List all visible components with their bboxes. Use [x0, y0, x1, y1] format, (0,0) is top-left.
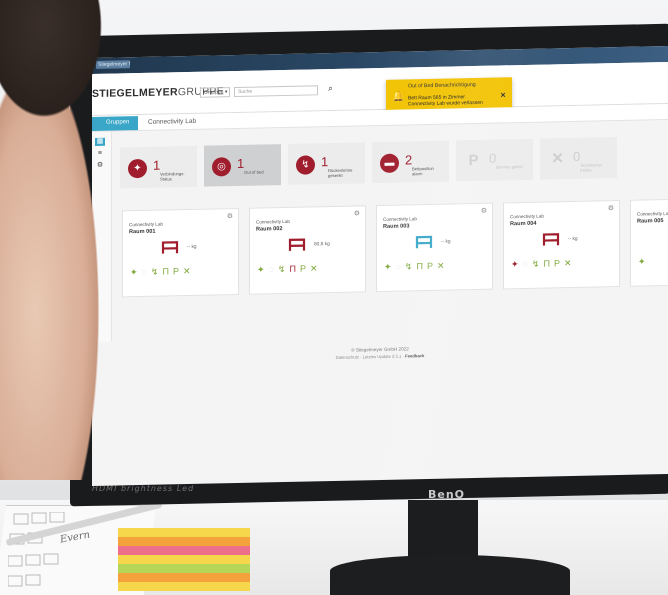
card-weight: -- kg: [187, 244, 197, 251]
tile-label: Out of bed: [244, 169, 264, 175]
wifi-icon: ✦: [638, 256, 646, 267]
card-room: Raum 003: [383, 223, 410, 230]
person-hair: [0, 0, 110, 130]
rail-icon: Π: [162, 266, 169, 277]
close-icon[interactable]: ✕: [500, 91, 506, 99]
wifi-icon: ✦: [257, 264, 265, 275]
bed-icon: [415, 235, 433, 249]
out-of-bed-icon: ◎: [212, 157, 231, 177]
position-icon: ↯: [277, 263, 286, 275]
card-weight: 80,8 kg: [314, 242, 330, 248]
search-icon[interactable]: ⌕: [328, 83, 333, 94]
monitor-stand-base: [330, 555, 570, 595]
card-status-icons: ✦ ◌ ↯ Π P ✕: [511, 257, 616, 271]
rail-icon: Π: [543, 258, 550, 269]
status-tile[interactable]: ◎ 1 Out of bed: [204, 144, 281, 187]
status-tile[interactable]: ↯ 1 Rückenlehne gesenkt: [288, 142, 365, 185]
wifi-icon: ✦: [384, 261, 392, 272]
card-lab: Connectivity Lab: [383, 216, 417, 222]
card-status-icons: ✦ ◌ ↯ Π P ✕: [384, 260, 489, 274]
tile-label: Technischer Fehler: [580, 162, 603, 173]
rail-icon: Π: [289, 263, 296, 274]
bed-icon: [161, 241, 179, 254]
monitor-logo: BenQ: [428, 488, 466, 501]
wifi-icon: ✦: [511, 259, 519, 270]
app-screen: Stiegelmeyer Netzwerk STIEGELMEYERGRUPPE…: [92, 45, 668, 487]
tools-icon: ✕: [551, 150, 564, 168]
card-room: Raum 001: [129, 228, 156, 236]
card-lab: Connectivity Lab: [256, 218, 290, 225]
position-icon: ↯: [404, 261, 413, 272]
bell-icon: 🔔: [392, 91, 405, 103]
brake-icon: P: [172, 266, 179, 277]
wifi-icon: ✦: [130, 267, 138, 278]
footer-meta: Datenschutz · Letztes Update 2.5.1 ·: [335, 353, 404, 360]
card-status-icons: ✦ ◌ ↯ Π P ✕: [257, 262, 362, 276]
card-lab: Connectivity Lab: [129, 221, 163, 228]
monitor-stand-neck: [408, 500, 478, 560]
toast-line-2: Connectivity Lab wurde verlassen: [408, 99, 483, 108]
tile-count: 1: [237, 155, 245, 171]
service-icon: ✕: [436, 260, 445, 271]
sensor-icon: ◌: [141, 266, 147, 277]
card-room: Raum 005: [637, 218, 664, 225]
tile-count: 1: [153, 157, 161, 173]
status-tile[interactable]: ✕ 0 Technischer Fehler: [540, 137, 617, 180]
group-select[interactable]: Gruppen ▾: [200, 87, 230, 98]
tile-label: Bremse gelöst: [496, 164, 523, 170]
tile-count: 0: [489, 150, 497, 166]
status-tile[interactable]: ▬ 2 Bettposition alarm: [372, 140, 449, 184]
position-icon: ↯: [150, 266, 159, 277]
service-icon: ✕: [563, 257, 572, 269]
card-weight: -- kg: [441, 239, 451, 245]
card-status-icons: ✦: [638, 254, 668, 268]
sensor-icon: ◌: [395, 261, 401, 272]
gear-icon[interactable]: ⚙: [227, 212, 233, 220]
room-card[interactable]: ⚙ Connectivity Lab Raum 004 -- kg ✦ ◌ ↯ Π P ✕: [503, 199, 620, 290]
brake-icon: P: [299, 263, 306, 274]
room-card[interactable]: ⚙ Connectivity Lab Raum 002 80,8 kg ✦ ◌ ↯ Π P ✕: [249, 205, 366, 295]
sticky-notes: [118, 528, 250, 595]
brake-icon: P: [553, 258, 560, 269]
card-room: Raum 004: [510, 220, 537, 228]
card-room: Raum 002: [256, 226, 283, 233]
tile-label: Bettposition alarm: [412, 165, 434, 177]
service-icon: ✕: [182, 265, 191, 277]
bed-icon: [542, 233, 560, 246]
parking-icon: P: [468, 151, 479, 170]
feedback-link[interactable]: Feedback: [405, 353, 424, 358]
bed-exit-icon: ▬: [380, 153, 399, 173]
tile-count: 1: [321, 154, 329, 170]
toast-title: Out of Bed Benachrichtigung: [408, 81, 476, 90]
status-tile[interactable]: ✦ 1 Verbindungs- Status: [120, 145, 197, 189]
gear-icon[interactable]: ⚙: [608, 204, 614, 212]
footer: © Stiegelmeyer GmbH 2022 Datenschutz · L…: [92, 341, 668, 365]
sensor-icon: ◌: [268, 264, 274, 275]
service-icon: ✕: [309, 263, 318, 274]
room-card[interactable]: ⚙ Connectivity Lab Raum 003 -- kg ✦ ◌ ↯ Π P ✕: [376, 202, 493, 293]
sensor-icon: ◌: [522, 258, 528, 270]
room-card[interactable]: ⚙Connectivity LabRaum 005 ✦: [630, 197, 668, 287]
position-icon: ↯: [296, 155, 315, 175]
card-lab: Connectivity Lab: [510, 213, 544, 220]
tile-label: Rückenlehne gesenkt: [328, 167, 353, 179]
card-lab: Connectivity Lab: [637, 210, 668, 217]
status-tile[interactable]: P 0 Bremse gelöst: [456, 138, 533, 182]
room-card[interactable]: ⚙ Connectivity Lab Raum 001 -- kg ✦ ◌ ↯ Π P ✕: [122, 207, 239, 298]
card-status-icons: ✦ ◌ ↯ Π P ✕: [130, 265, 235, 279]
position-icon: ↯: [531, 258, 540, 269]
search-input[interactable]: Suche: [234, 85, 318, 98]
breadcrumb[interactable]: Connectivity Lab: [148, 118, 196, 126]
rail-icon: Π: [416, 261, 423, 272]
tile-count: 2: [405, 152, 413, 168]
gear-icon[interactable]: ⚙: [481, 207, 487, 215]
tile-count: 0: [573, 148, 581, 164]
gear-icon[interactable]: ⚙: [354, 209, 360, 217]
brake-icon: P: [426, 260, 433, 272]
bed-icon: [288, 238, 306, 251]
wifi-alert-icon: ✦: [128, 158, 147, 179]
card-weight: -- kg: [568, 236, 578, 243]
tile-label: Verbindungs- Status: [160, 171, 185, 182]
